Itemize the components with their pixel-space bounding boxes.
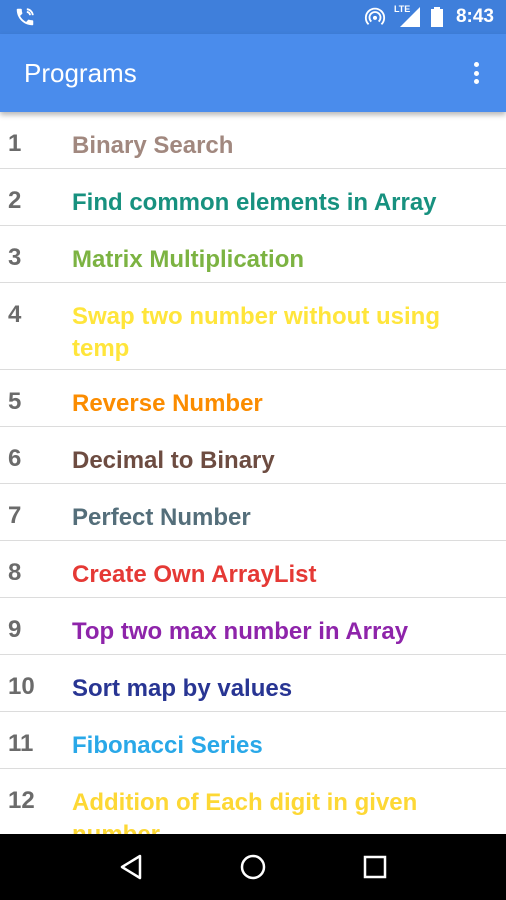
programs-list: 1 Binary Search 2 Find common elements in A…	[0, 112, 506, 834]
list-item-title: Top two max number in Array	[72, 618, 409, 645]
lte-label: LTE	[393, 4, 411, 14]
list-item-title: Matrix Multiplication	[72, 246, 305, 273]
battery-icon	[430, 6, 444, 28]
list-item-number: 4	[8, 301, 22, 328]
list-item-number: 5	[8, 388, 22, 415]
list-item[interactable]: 5 Reverse Number	[0, 370, 506, 427]
navigation-bar	[0, 834, 506, 900]
list-item-number: 1	[8, 130, 22, 157]
list-item[interactable]: 9 Top two max number in Array	[0, 598, 506, 655]
list-item-title: Addition of Each digit in given number	[72, 789, 418, 834]
home-icon[interactable]	[233, 847, 273, 887]
list-item-title: Reverse Number	[72, 390, 263, 417]
list-item-title: Decimal to Binary	[72, 447, 275, 474]
list-item[interactable]: 1 Binary Search	[0, 112, 506, 169]
clock: 8:43	[455, 6, 494, 27]
status-bar: LTE 8:43	[0, 0, 506, 34]
back-icon[interactable]	[111, 847, 151, 887]
list-item[interactable]: 2 Find common elements in Array	[0, 169, 506, 226]
list-item[interactable]: 4 Swap two number without using temp	[0, 283, 506, 370]
list-item-number: 2	[8, 187, 22, 214]
list-item-number: 11	[8, 730, 34, 757]
list-item-title: Sort map by values	[72, 675, 293, 702]
list-item-title: Swap two number without using temp	[72, 303, 440, 362]
list-item-title: Fibonacci Series	[72, 732, 263, 759]
app-bar: Programs	[0, 34, 506, 112]
list-item[interactable]: 12 Addition of Each digit in given number	[0, 769, 506, 834]
hotspot-icon	[364, 6, 386, 28]
list-item-number: 3	[8, 244, 22, 271]
list-item-number: 8	[8, 559, 22, 586]
list-item-number: 7	[8, 502, 22, 529]
wifi-calling-icon	[14, 6, 36, 28]
list-item-number: 9	[8, 616, 22, 643]
list-item-number: 12	[8, 787, 35, 814]
list-item[interactable]: 6 Decimal to Binary	[0, 427, 506, 484]
list-item[interactable]: 7 Perfect Number	[0, 484, 506, 541]
list-item-title: Perfect Number	[72, 504, 251, 531]
list-item[interactable]: 10 Sort map by values	[0, 655, 506, 712]
lte-signal-icon: LTE	[393, 4, 422, 28]
list-item[interactable]: 3 Matrix Multiplication	[0, 226, 506, 283]
list-item-title: Binary Search	[72, 132, 234, 159]
list-item-number: 6	[8, 445, 22, 472]
list-item[interactable]: 11 Fibonacci Series	[0, 712, 506, 769]
more-vert-icon[interactable]	[464, 58, 488, 88]
list-item-number: 10	[8, 673, 35, 700]
list-item-title: Create Own ArrayList	[72, 561, 317, 588]
list-item-title: Find common elements in Array	[72, 189, 437, 216]
recents-icon[interactable]	[355, 847, 395, 887]
list-item[interactable]: 8 Create Own ArrayList	[0, 541, 506, 598]
page-title: Programs	[24, 58, 137, 88]
